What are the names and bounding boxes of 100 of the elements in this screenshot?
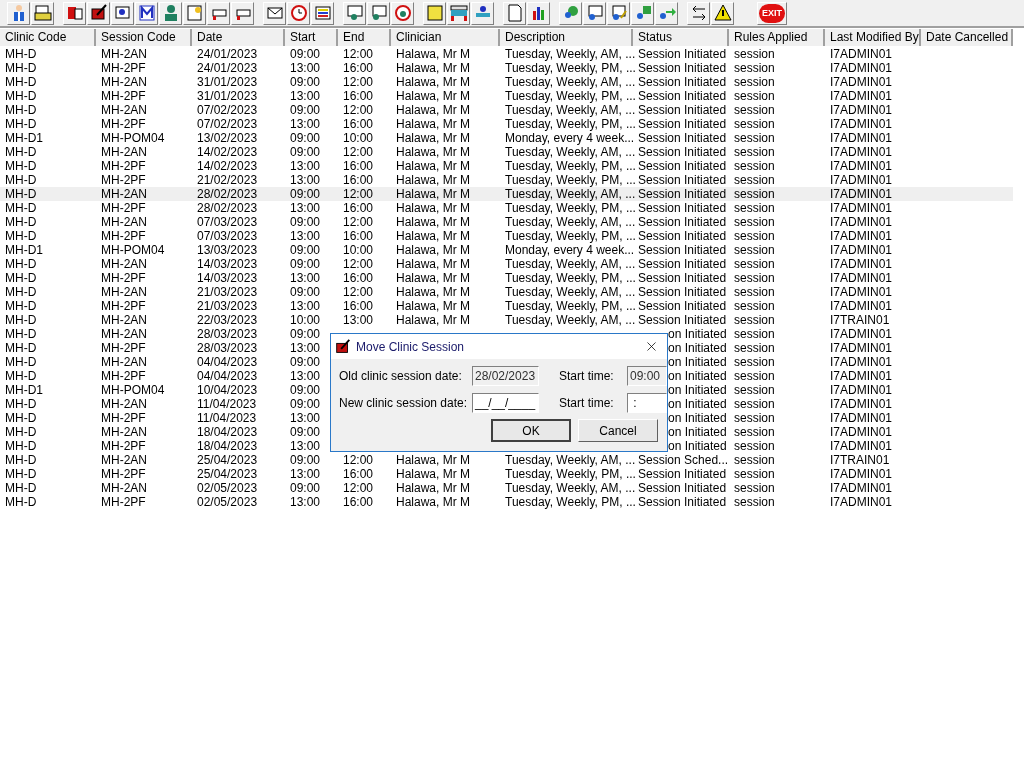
table-cell: MH-D: [5, 341, 37, 355]
table-cell: session: [734, 243, 775, 257]
book-icon[interactable]: [63, 1, 86, 25]
table-cell: Tuesday, Weekly, AM, ...: [505, 145, 636, 159]
table-cell: 09:00: [290, 425, 321, 439]
table-cell: Tuesday, Weekly, AM, ...: [505, 285, 636, 299]
table-cell: I7TRAIN01: [830, 313, 890, 327]
table-cell: 28/03/2023: [197, 341, 258, 355]
table-cell: MH-2AN: [101, 327, 147, 341]
table-cell: MH-2AN: [101, 397, 147, 411]
column-header[interactable]: Clinic Code: [0, 29, 96, 46]
printer-icon[interactable]: [31, 1, 54, 25]
table-cell: MH-D: [5, 369, 37, 383]
table-cell: Monday, every 4 week...: [505, 243, 635, 257]
table-cell: 09:00: [290, 285, 321, 299]
column-header[interactable]: Date Cancelled: [921, 29, 1013, 46]
table-cell: session: [734, 397, 775, 411]
dialog-button[interactable]: Cancel: [578, 419, 658, 442]
table-cell: 11/04/2023: [197, 411, 257, 425]
table-cell: MH-2AN: [101, 47, 147, 61]
list-icon[interactable]: [311, 1, 334, 25]
table-cell: Halawa, Mr M: [396, 187, 470, 201]
table-cell: MH-POM04: [101, 131, 165, 145]
table-cell: 13:00: [290, 439, 321, 453]
table-cell: session: [734, 229, 775, 243]
envelope-icon[interactable]: [263, 1, 286, 25]
table-cell: Halawa, Mr M: [396, 313, 470, 327]
table-cell: 18/04/2023: [197, 425, 258, 439]
table-cell: Session Initiated: [638, 271, 727, 285]
table-cell: Tuesday, Weekly, AM, ...: [505, 481, 636, 495]
table-cell: session: [734, 481, 775, 495]
table-cell: I7ADMIN01: [830, 215, 893, 229]
letter-m-icon[interactable]: [135, 1, 158, 25]
table-cell: Halawa, Mr M: [396, 173, 470, 187]
table-cell: 09:00: [290, 397, 321, 411]
column-header[interactable]: Description: [500, 29, 633, 46]
column-header[interactable]: Start: [285, 29, 338, 46]
table-cell: I7ADMIN01: [830, 61, 893, 75]
table-cell: session: [734, 173, 775, 187]
column-header[interactable]: Clinician: [391, 29, 500, 46]
table-row[interactable]: MH-D MH-2AN 28/02/2023 09:00 12:00 Halawa, Mr M Tuesday, Weekly, AM, ... Session Initiated session I7ADMIN01: [0, 187, 1013, 201]
date-time-field[interactable]: __/__/____: [472, 393, 539, 413]
table-cell: on Initiated: [668, 355, 727, 369]
table-cell: MH-D: [5, 453, 37, 467]
exit-button[interactable]: EXIT: [757, 1, 787, 25]
table-cell: MH-2PF: [101, 201, 146, 215]
date-time-field[interactable]: :: [627, 393, 667, 413]
warning-icon[interactable]: [711, 1, 734, 25]
table-cell: I7ADMIN01: [830, 47, 893, 61]
table-cell: MH-D: [5, 299, 37, 313]
table-cell: Session Initiated: [638, 285, 727, 299]
bed-icon[interactable]: [447, 1, 470, 25]
table-cell: MH-2PF: [101, 61, 146, 75]
table-cell: Tuesday, Weekly, AM, ...: [505, 257, 636, 271]
clock-icon[interactable]: [287, 1, 310, 25]
table-cell: on Initiated: [668, 383, 727, 397]
table-cell: I7ADMIN01: [830, 467, 893, 481]
doctor-icon[interactable]: [7, 1, 30, 25]
table-cell: Halawa, Mr M: [396, 103, 470, 117]
table-cell: I7ADMIN01: [830, 173, 893, 187]
table-cell: Tuesday, Weekly, PM, ...: [505, 299, 636, 313]
dialog-button[interactable]: OK: [491, 419, 571, 442]
table-cell: MH-2AN: [101, 103, 147, 117]
table-cell: 09:00: [290, 187, 321, 201]
table-cell: 12:00: [343, 145, 374, 159]
table-cell: MH-D: [5, 229, 37, 243]
column-header[interactable]: Status: [633, 29, 729, 46]
column-header[interactable]: End: [338, 29, 391, 46]
bed-icon: [448, 3, 469, 23]
table-cell: I7ADMIN01: [830, 103, 893, 117]
table-cell: 07/02/2023: [197, 117, 258, 131]
document-icon[interactable]: [503, 1, 526, 25]
table-cell: MH-2AN: [101, 453, 147, 467]
arrows-icon[interactable]: [687, 1, 710, 25]
bar-chart-icon[interactable]: [527, 1, 550, 25]
table-cell: 13:00: [290, 117, 321, 131]
column-header[interactable]: Session Code: [96, 29, 192, 46]
table-cell: 10/04/2023: [197, 383, 258, 397]
table-cell: 04/04/2023: [197, 369, 258, 383]
table-cell: Session Initiated: [638, 117, 727, 131]
column-header[interactable]: Rules Applied: [729, 29, 825, 46]
table-cell: session: [734, 467, 775, 481]
edit-book-icon[interactable]: [87, 1, 110, 25]
table-cell: 09:00: [290, 103, 321, 117]
table-cell: I7ADMIN01: [830, 341, 893, 355]
column-header[interactable]: Date: [192, 29, 285, 46]
dialog-title: Move Clinic Session: [356, 338, 465, 356]
table-cell: session: [734, 257, 775, 271]
table-cell: 13:00: [290, 159, 321, 173]
table-cell: 16:00: [343, 299, 374, 313]
table-cell: session: [734, 425, 775, 439]
person-icon[interactable]: [159, 1, 182, 25]
table-cell: MH-D: [5, 89, 37, 103]
field-label: Start time:: [558, 395, 615, 412]
table-cell: 28/02/2023: [197, 187, 258, 201]
table-cell: Halawa, Mr M: [396, 229, 470, 243]
column-header[interactable]: Last Modified By: [825, 29, 921, 46]
note-icon[interactable]: [423, 1, 446, 25]
table-cell: MH-D: [5, 47, 37, 61]
table-cell: Halawa, Mr M: [396, 299, 470, 313]
